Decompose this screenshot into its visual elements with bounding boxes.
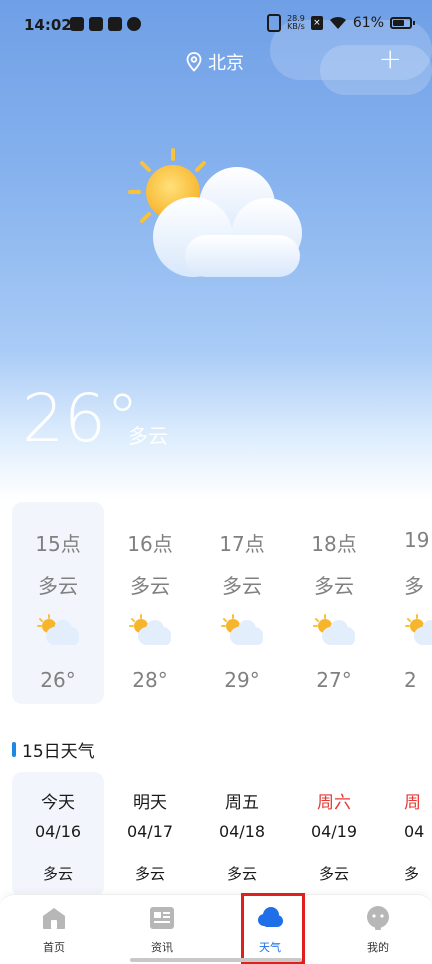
battery-percent: 61% [352,15,384,31]
hour-temperature: 29° [224,668,260,692]
location-selector[interactable]: 北京 [186,49,244,75]
day-condition: 多云 [42,865,73,883]
city-name: 北京 [208,53,244,74]
hour-temperature: 27° [316,668,352,692]
day-name: 周六 [317,793,351,813]
partly-cloudy-icon [129,614,171,645]
home-indicator[interactable] [130,958,302,962]
partly-cloudy-icon [221,614,263,645]
day-date: 04/17 [126,822,174,841]
daily-item[interactable]: 周六 04/19 多云 [288,772,380,897]
hour-time: 16点 [127,532,173,556]
wifi-icon [329,16,346,29]
leaf-app-icon [127,17,141,31]
add-city-button[interactable]: + [379,45,402,73]
baidu-app-icon [89,17,103,31]
tab-label: 首页 [43,941,65,954]
vibrate-icon [267,14,282,32]
hour-condition: 多 [404,574,424,598]
partly-cloudy-icon [405,614,432,645]
day-condition: 多云 [318,865,349,883]
hour-condition: 多云 [222,574,262,598]
hourly-item[interactable]: 19 多 2 [380,502,432,704]
hourly-item[interactable]: 16点 多云 28° [104,502,196,704]
mail-app-icon [70,17,84,31]
hour-temperature: 2 [404,668,417,692]
location-pin-icon [186,52,202,72]
daily-title: 15日天气 [22,742,95,762]
tab-home[interactable]: 首页 [0,895,108,964]
network-speed: 28.9 KB/s [287,15,305,31]
hour-condition: 多云 [314,574,354,598]
section-accent-bar [12,742,16,757]
selection-highlight [241,893,305,964]
hour-time: 17点 [219,532,265,556]
day-date: 04 [404,822,425,841]
tab-profile[interactable]: 我的 [324,895,432,964]
partly-cloudy-icon [37,614,79,645]
chat-app-icon [108,17,122,31]
day-name: 今天 [41,793,75,813]
tab-label: 我的 [367,941,389,954]
bottom-tab-bar: 首页 资讯 天气 我的 [0,894,432,964]
status-bar: 14:02 28.9 KB/s × 61% [0,0,432,50]
hour-temperature: 26° [40,668,76,692]
hour-time: 18点 [311,532,357,556]
daily-forecast[interactable]: 今天 04/16 多云 明天 04/17 多云 周五 04/18 多云 周六 0… [0,772,432,897]
news-icon [150,907,174,929]
day-name: 周 [404,793,421,813]
hour-time: 19 [404,528,430,552]
status-app-icons [70,17,141,31]
tab-label: 资讯 [151,941,173,954]
status-right: 28.9 KB/s × 61% [267,14,415,32]
daily-item[interactable]: 周五 04/18 多云 [196,772,288,897]
day-date: 04/16 [34,822,82,841]
hourly-item[interactable]: 18点 多云 27° [288,502,380,704]
daily-section-title: 15日天气 [12,737,95,762]
hour-condition: 多云 [38,574,78,598]
day-name: 周五 [225,793,259,813]
day-condition: 多云 [134,865,165,883]
status-time: 14:02 [24,16,72,34]
daily-item[interactable]: 今天 04/16 多云 [12,772,104,897]
daily-item[interactable]: 周 04 多 [380,772,432,897]
partly-cloudy-icon [313,614,355,645]
hour-condition: 多云 [130,574,170,598]
profile-icon [367,906,389,930]
hourly-forecast[interactable]: 15点 多云 26° 16点 多云 28° 17点 多云 29° 18点 多云 … [0,502,432,707]
current-condition: 多云 [128,424,168,448]
net-speed-unit: KB/s [287,22,305,31]
current-weather: 26° 多云 [22,380,168,457]
day-name: 明天 [133,793,167,813]
no-sim-icon: × [310,16,323,30]
day-condition: 多云 [226,865,257,883]
tab-news[interactable]: 资讯 [108,895,216,964]
home-icon [43,908,65,929]
daily-item[interactable]: 明天 04/17 多云 [104,772,196,897]
day-date: 04/19 [310,822,358,841]
day-date: 04/18 [218,822,266,841]
partly-cloudy-icon [128,148,302,277]
current-temperature: 26° [22,380,139,457]
battery-icon [390,17,415,29]
hourly-item[interactable]: 15点 多云 26° [12,502,104,704]
city-header: 北京 + [0,45,432,75]
day-condition: 多 [404,865,420,883]
hour-temperature: 28° [132,668,168,692]
hourly-item[interactable]: 17点 多云 29° [196,502,288,704]
hour-time: 15点 [35,532,81,556]
